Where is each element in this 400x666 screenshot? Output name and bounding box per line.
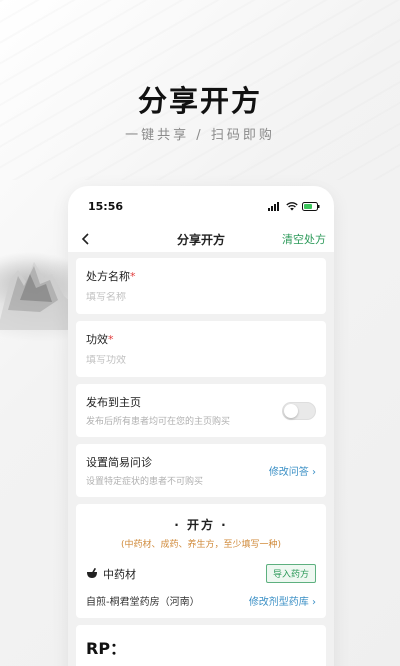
publish-toggle[interactable] <box>282 401 316 420</box>
herb-row: 中药材 导入药方 <box>86 564 316 583</box>
signal-icon <box>268 201 279 211</box>
rx-name-label-text: 处方名称 <box>86 270 130 283</box>
battery-icon <box>302 201 320 211</box>
publish-label: 发布到主页 <box>86 396 141 409</box>
publish-hint: 发布后所有患者均可在您的主页购买 <box>86 417 231 427</box>
status-time: 15:56 <box>88 199 124 213</box>
edit-qa-link[interactable]: 修改问答 › <box>269 463 316 478</box>
edit-pharmacy-link[interactable]: 修改剂型药库 › <box>249 593 316 608</box>
consult-label: 设置简易问诊 <box>86 456 152 469</box>
system-icons <box>268 201 320 211</box>
back-button[interactable] <box>78 231 94 247</box>
required-mark: * <box>130 270 136 283</box>
hero-subtitle: 一键共享 / 扫码即购 <box>125 128 275 143</box>
chevron-left-icon <box>81 233 89 245</box>
prescription-title: · 开方 · <box>174 518 228 532</box>
clear-prescription-button[interactable]: 清空处方 <box>282 231 326 247</box>
form-content: 处方名称* 功效* 发布到主页 发布后所有患者均可在您的主页购买 设置简易问诊 … <box>68 252 334 666</box>
consult-hint: 设置特定症状的患者不可购买 <box>86 477 204 487</box>
rx-name-input[interactable] <box>86 292 316 303</box>
efficacy-input[interactable] <box>86 355 316 366</box>
import-prescription-button[interactable]: 导入药方 <box>265 564 316 583</box>
publish-card: 发布到主页 发布后所有患者均可在您的主页购买 <box>76 384 326 437</box>
prescription-hint: (中药材、成药、养生方，至少填写一种) <box>120 540 282 550</box>
herb-label-group: 中药材 <box>86 566 136 582</box>
consult-card: 设置简易问诊 设置特定症状的患者不可购买 修改问答 › <box>76 444 326 497</box>
efficacy-label: 功效* <box>86 331 316 347</box>
consult-text: 设置简易问诊 设置特定症状的患者不可购买 <box>86 454 203 487</box>
pharmacy-name: 自煎-桐君堂药房（河南） <box>86 597 200 608</box>
rp-label: RP： <box>86 639 127 658</box>
herb-label: 中药材 <box>103 567 136 581</box>
status-bar: 15:56 <box>68 186 334 226</box>
phone-frame: 15:56 分享开方 清空处方 处方名称* 填写名称 功效* 填写功效 发布到主… <box>68 186 334 666</box>
prescription-card: · 开方 · (中药材、成药、养生方，至少填写一种) 中药材 导入药方 自煎-桐… <box>76 504 326 618</box>
toggle-knob <box>284 403 298 418</box>
efficacy-label-text: 功效 <box>86 333 108 346</box>
pharmacy-row: 自煎-桐君堂药房（河南） 修改剂型药库 › <box>86 593 316 608</box>
rp-card: RP： <box>76 625 326 666</box>
rx-name-card: 处方名称* <box>76 258 326 314</box>
efficacy-card: 功效* <box>76 321 326 377</box>
nav-bar: 分享开方 清空处方 <box>68 226 334 252</box>
required-mark: * <box>108 333 114 346</box>
publish-text: 发布到主页 发布后所有患者均可在您的主页购买 <box>86 394 230 427</box>
mortar-icon <box>87 568 97 578</box>
rx-name-label: 处方名称* <box>86 268 316 284</box>
wifi-icon <box>286 201 298 210</box>
hero-title: 分享开方 <box>137 84 262 118</box>
